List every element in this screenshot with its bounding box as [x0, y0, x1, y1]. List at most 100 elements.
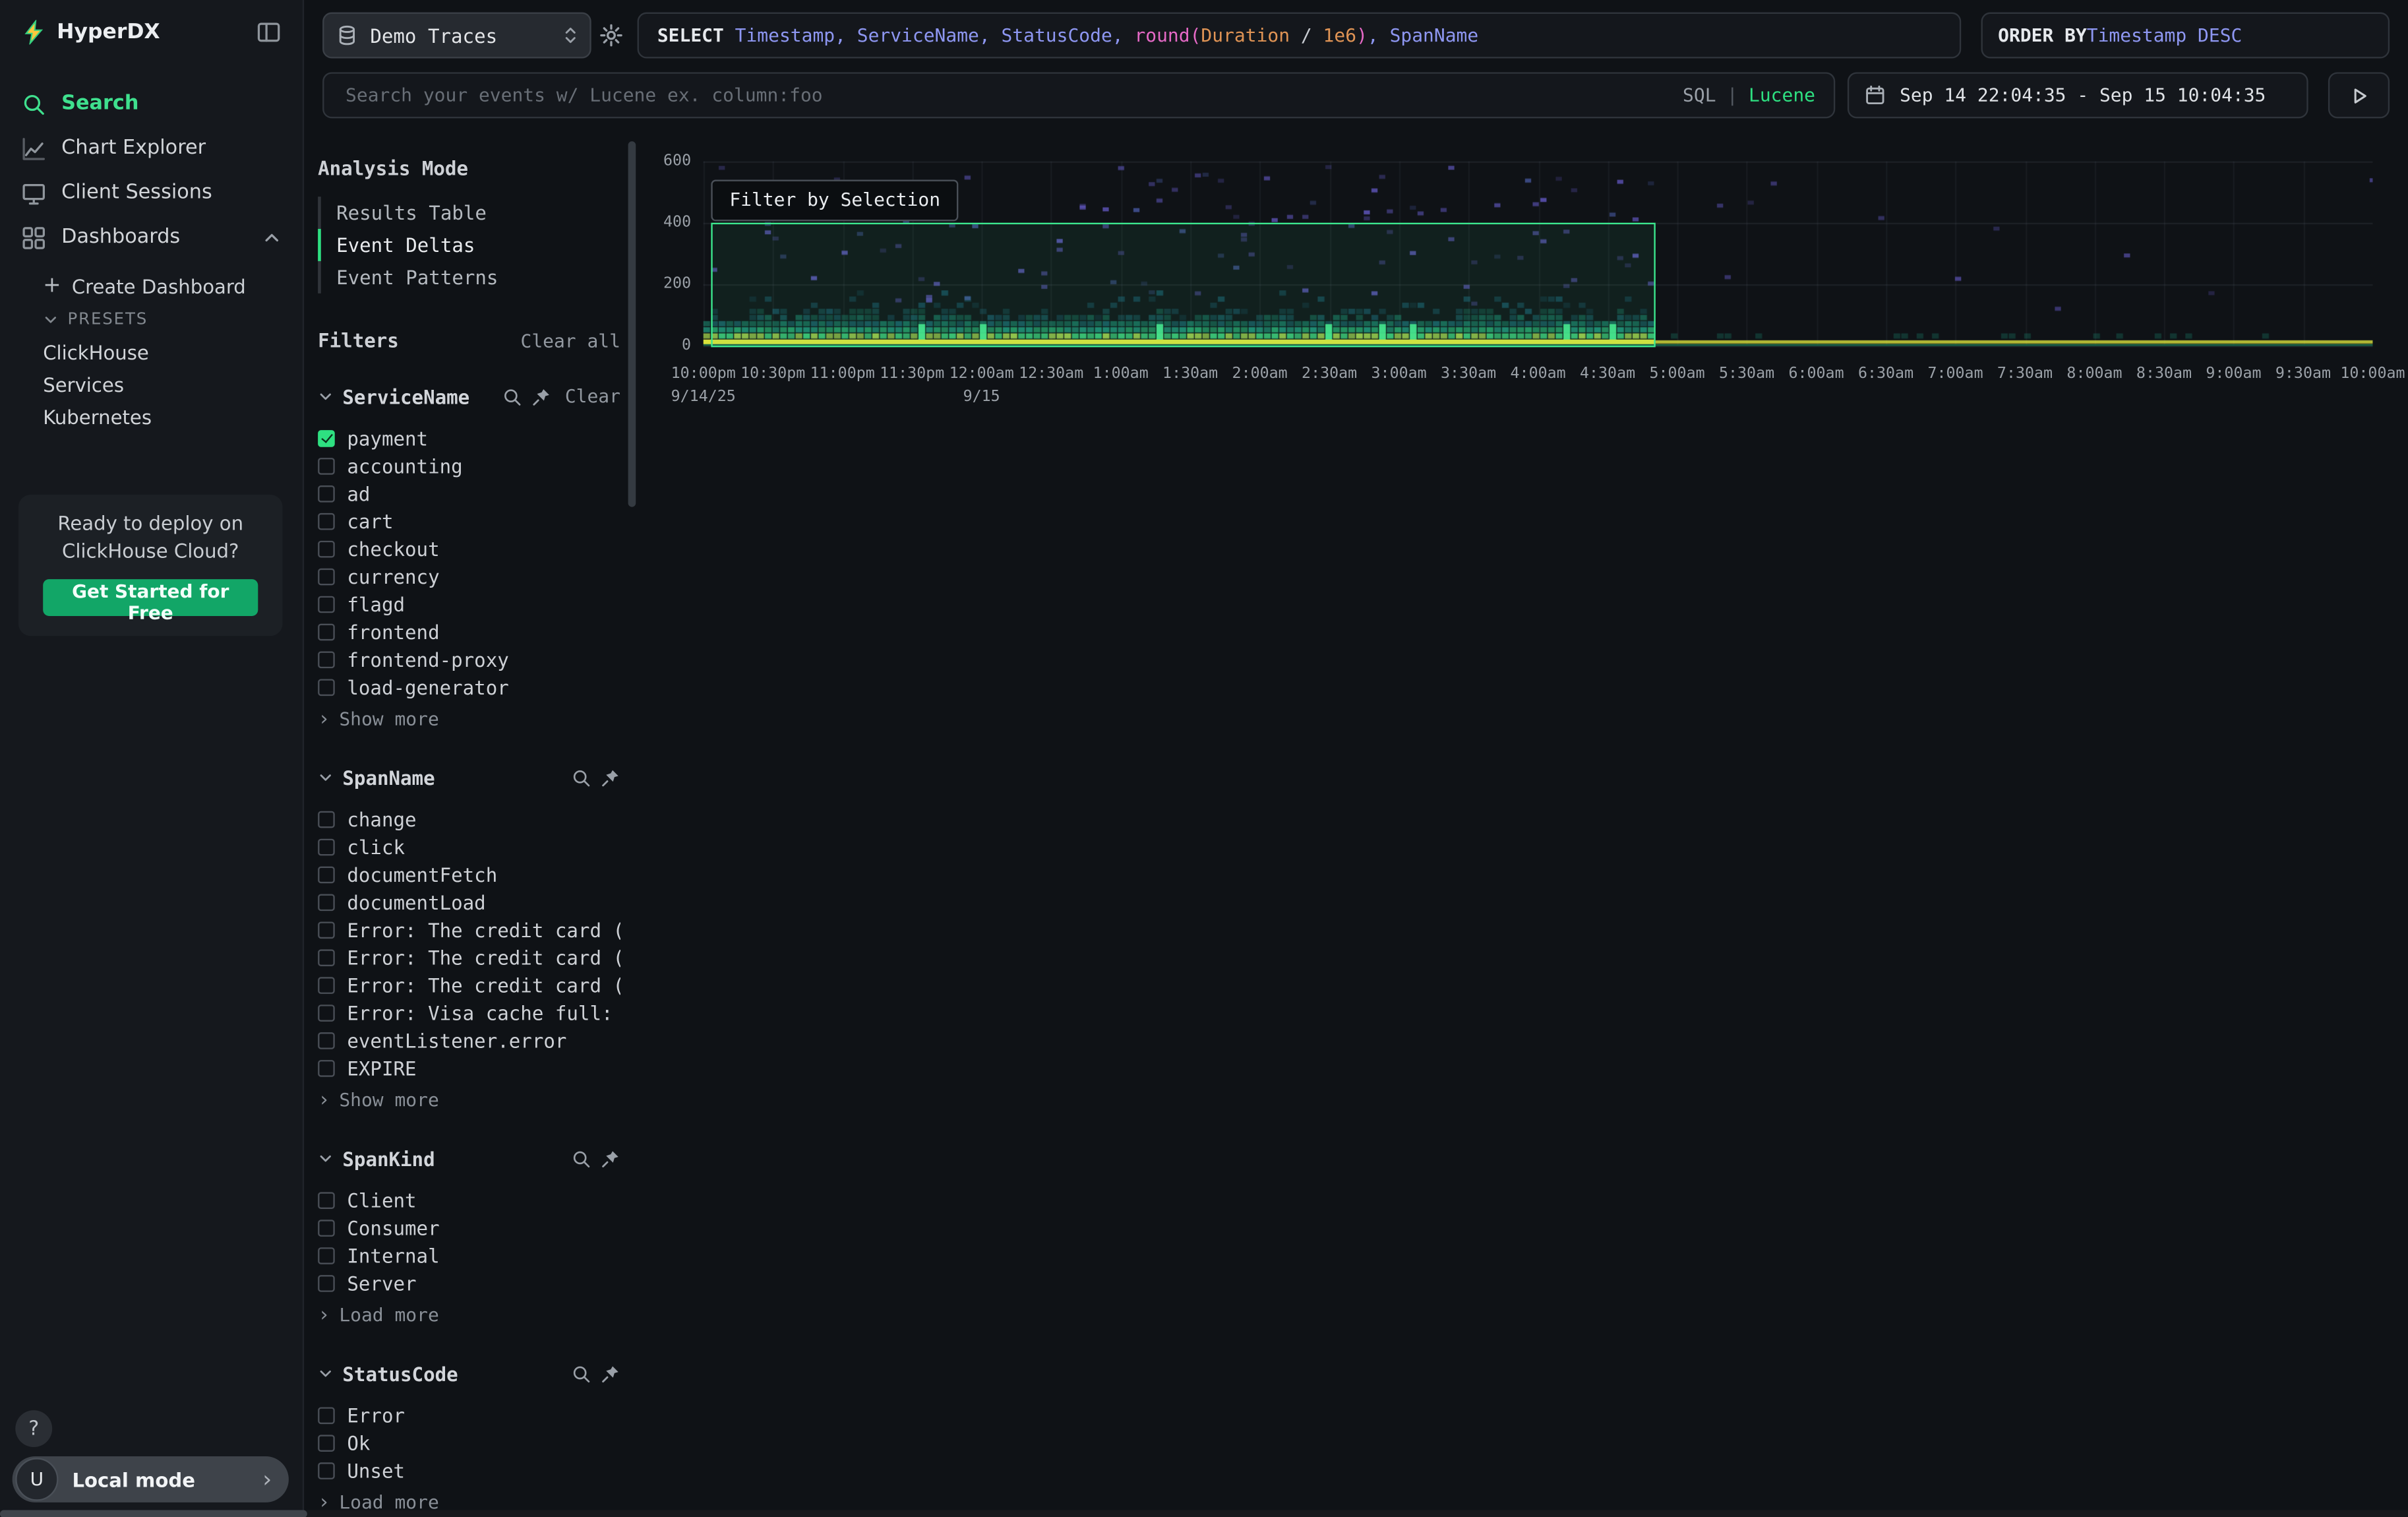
facet-option[interactable]: Error: [318, 1401, 620, 1429]
show-more-button[interactable]: ›Show more: [318, 1086, 620, 1114]
checkbox-icon[interactable]: [318, 948, 335, 966]
facet-search-icon[interactable]: [571, 767, 591, 787]
facet-option[interactable]: Ok: [318, 1429, 620, 1456]
filter-group-header[interactable]: StatusCode: [318, 1358, 620, 1389]
facet-option[interactable]: Error: The credit card (…: [318, 943, 620, 971]
checkbox-icon[interactable]: [318, 838, 335, 855]
checkbox-icon[interactable]: [318, 596, 335, 613]
facet-pin-icon[interactable]: [601, 1148, 620, 1168]
sidebar-item-client-sessions[interactable]: Client Sessions: [0, 171, 303, 216]
sql-query-input[interactable]: SELECT Timestamp, ServiceName, StatusCod…: [638, 13, 1962, 59]
settings-gear-icon[interactable]: [599, 23, 623, 47]
facet-pin-icon[interactable]: [601, 767, 620, 787]
facet-search-icon[interactable]: [502, 387, 522, 406]
filter-by-selection-button[interactable]: Filter by Selection: [711, 180, 959, 222]
checkbox-icon[interactable]: [318, 1462, 335, 1479]
presets-toggle[interactable]: PRESETS: [43, 303, 303, 336]
facet-option[interactable]: Error: The credit card (…: [318, 915, 620, 943]
preset-services[interactable]: Services: [43, 369, 303, 401]
checkbox-icon[interactable]: [318, 623, 335, 640]
order-by-input[interactable]: ORDER BY Timestamp DESC: [1981, 13, 2390, 59]
facet-option[interactable]: frontend-proxy: [318, 645, 620, 673]
sidebar-item-dashboards[interactable]: Dashboards: [0, 215, 303, 260]
lucene-search-input[interactable]: [342, 83, 1683, 108]
user-mode-pill[interactable]: U Local mode ›: [13, 1456, 289, 1502]
preset-clickhouse[interactable]: ClickHouse: [43, 336, 303, 369]
checkbox-icon[interactable]: [318, 893, 335, 910]
facet-pin-icon[interactable]: [531, 387, 551, 406]
checkbox-icon[interactable]: [318, 1004, 335, 1021]
facet-search-icon[interactable]: [571, 1363, 591, 1383]
facet-option[interactable]: Client: [318, 1186, 620, 1214]
checkbox-icon[interactable]: [318, 429, 335, 447]
facet-option[interactable]: frontend: [318, 617, 620, 645]
run-query-button[interactable]: [2328, 72, 2390, 118]
collapse-sidebar-icon[interactable]: [256, 20, 281, 44]
checkbox-icon[interactable]: [318, 1247, 335, 1264]
filter-group-header[interactable]: SpanName: [318, 762, 620, 793]
sidebar-item-search[interactable]: Search: [0, 81, 303, 126]
facet-option[interactable]: EXPIRE: [318, 1054, 620, 1082]
facet-option[interactable]: documentFetch: [318, 860, 620, 888]
events-heatmap[interactable]: 6004002000 Filter by Selection: [704, 154, 2373, 354]
facet-option[interactable]: checkout: [318, 535, 620, 563]
facet-option[interactable]: payment: [318, 424, 620, 452]
filter-group-header[interactable]: SpanKind: [318, 1143, 620, 1174]
get-started-button[interactable]: Get Started for Free: [43, 579, 258, 616]
facet-option[interactable]: change: [318, 805, 620, 832]
checkbox-icon[interactable]: [318, 1032, 335, 1049]
facet-option[interactable]: flagd: [318, 590, 620, 617]
facet-option[interactable]: accounting: [318, 452, 620, 480]
checkbox-icon[interactable]: [318, 1191, 335, 1208]
facet-pin-icon[interactable]: [601, 1363, 620, 1383]
facet-option[interactable]: Unset: [318, 1456, 620, 1484]
checkbox-icon[interactable]: [318, 457, 335, 474]
checkbox-icon[interactable]: [318, 1274, 335, 1291]
chart-selection[interactable]: [711, 223, 1654, 348]
facet-clear-button[interactable]: Clear: [565, 386, 620, 408]
facet-option[interactable]: load-generator: [318, 673, 620, 700]
checkbox-icon[interactable]: [318, 976, 335, 993]
facet-option[interactable]: ad: [318, 480, 620, 507]
checkbox-icon[interactable]: [318, 1059, 335, 1076]
sidebar-item-chart-explorer[interactable]: Chart Explorer: [0, 126, 303, 171]
facet-option[interactable]: Error: Visa cache full: …: [318, 999, 620, 1026]
source-select[interactable]: Demo Traces: [322, 13, 591, 59]
checkbox-icon[interactable]: [318, 568, 335, 585]
analysis-mode-event-deltas[interactable]: Event Deltas: [318, 229, 620, 261]
checkbox-icon[interactable]: [318, 865, 335, 882]
checkbox-icon[interactable]: [318, 811, 335, 828]
show-more-button[interactable]: ›Show more: [318, 705, 620, 733]
facet-option[interactable]: Internal: [318, 1241, 620, 1269]
date-range-picker[interactable]: Sep 14 22:04:35 - Sep 15 10:04:35: [1848, 72, 2308, 118]
checkbox-icon[interactable]: [318, 1434, 335, 1451]
checkbox-icon[interactable]: [318, 512, 335, 530]
checkbox-icon[interactable]: [318, 540, 335, 557]
mode-lucene[interactable]: Lucene: [1749, 84, 1815, 106]
filters-scrollbar[interactable]: [628, 141, 636, 507]
facet-option[interactable]: Error: The credit card (…: [318, 971, 620, 999]
preset-kubernetes[interactable]: Kubernetes: [43, 401, 303, 433]
facet-option[interactable]: currency: [318, 562, 620, 590]
filter-group-header[interactable]: ServiceName Clear: [318, 381, 620, 412]
mode-sql[interactable]: SQL: [1683, 84, 1716, 106]
horizontal-scrollbar[interactable]: [0, 1510, 2408, 1517]
facet-option[interactable]: cart: [318, 507, 620, 535]
analysis-mode-event-patterns[interactable]: Event Patterns: [318, 261, 620, 294]
scrollbar-thumb[interactable]: [0, 1510, 307, 1517]
clear-all-filters[interactable]: Clear all: [520, 330, 620, 352]
create-dashboard-button[interactable]: + Create Dashboard: [43, 269, 303, 303]
checkbox-icon[interactable]: [318, 921, 335, 938]
facet-search-icon[interactable]: [571, 1148, 591, 1168]
checkbox-icon[interactable]: [318, 678, 335, 695]
help-button[interactable]: ?: [15, 1410, 52, 1447]
checkbox-icon[interactable]: [318, 485, 335, 502]
checkbox-icon[interactable]: [318, 1406, 335, 1423]
analysis-mode-results-table[interactable]: Results Table: [318, 197, 620, 229]
facet-option[interactable]: click: [318, 832, 620, 860]
load-more-button[interactable]: ›Load more: [318, 1301, 620, 1329]
checkbox-icon[interactable]: [318, 1219, 335, 1236]
facet-option[interactable]: eventListener.error: [318, 1026, 620, 1054]
facet-option[interactable]: Consumer: [318, 1214, 620, 1241]
checkbox-icon[interactable]: [318, 650, 335, 667]
